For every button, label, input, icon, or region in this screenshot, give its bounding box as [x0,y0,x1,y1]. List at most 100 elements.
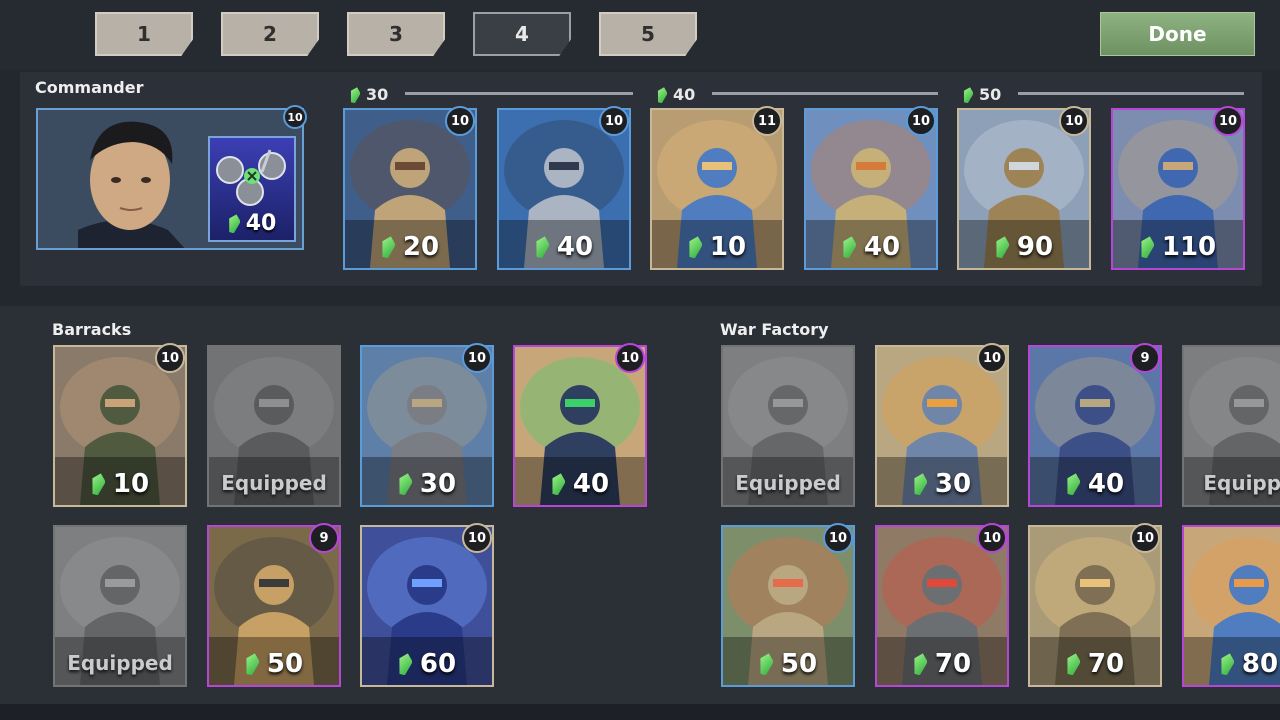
unit-cost: 50 [723,649,853,679]
unit-cost: 110 [1113,232,1243,262]
gem-icon [1220,653,1234,675]
war-factory-label: War Factory [720,320,829,339]
unit-cost: 60 [362,649,492,679]
cost-tier-2: 40 [657,85,695,104]
unit-cost: 70 [877,649,1007,679]
gem-icon [535,236,549,258]
unit-cost: 10 [652,232,782,262]
unit-level-badge: 9 [309,523,339,553]
unit-cost-value: 90 [1016,232,1054,262]
bottom-edge [0,704,1280,720]
unit-level-badge: 10 [462,343,492,373]
unit-cost-value: 40 [556,232,594,262]
unit-cost-value: 30 [419,469,457,499]
cost-tier-value: 30 [366,85,389,104]
gem-icon [398,653,412,675]
gem-icon [350,87,360,103]
drone-ability-icon [216,149,286,206]
ability-slot[interactable]: 40 [208,136,296,242]
gem-icon [91,473,105,495]
unit-cost-value: 20 [402,232,440,262]
gem-icon [657,87,667,103]
unit-level-badge: 11 [752,106,782,136]
unit-level-badge: 9 [1130,343,1160,373]
equipped-label: Equipped [221,471,327,495]
unit-cost-value: 50 [266,649,304,679]
unit-card[interactable]: 80 [1182,525,1280,687]
unit-cost: 30 [877,469,1007,499]
unit-cost: 10 [55,469,185,499]
unit-level-badge: 10 [155,343,185,373]
tab-1[interactable]: 1 [95,12,193,56]
unit-cost: 50 [209,649,339,679]
unit-cost-value: 10 [112,469,150,499]
gem-icon [1140,236,1154,258]
commander-label: Commander [35,78,144,97]
cost-tier-1: 30 [350,85,388,104]
gem-icon [1066,473,1080,495]
unit-level-badge: 10 [599,106,629,136]
unit-cost-value: 70 [934,649,972,679]
unit-level-badge: 10 [1130,523,1160,553]
gem-icon [842,236,856,258]
tab-3[interactable]: 3 [347,12,445,56]
unit-cost-value: 50 [780,649,818,679]
commander-card[interactable]: 40 [36,108,304,250]
tab-4[interactable]: 4 [473,12,571,56]
tier-divider [1018,92,1244,95]
gem-icon [551,473,565,495]
gem-icon [995,236,1009,258]
gem-icon [245,653,259,675]
unit-cost: 40 [515,469,645,499]
gem-icon [913,473,927,495]
gem-icon [759,653,773,675]
cost-tier-value: 50 [979,85,1002,104]
unit-card[interactable]: Equippe [1182,345,1280,507]
done-button[interactable]: Done [1100,12,1255,56]
unit-cost-value: 40 [1087,469,1125,499]
unit-cost: 30 [362,469,492,499]
cost-tier-value: 40 [673,85,696,104]
unit-cost-value: 10 [709,232,747,262]
unit-level-badge: 10 [445,106,475,136]
unit-cost: 40 [499,232,629,262]
unit-cost-value: 40 [572,469,610,499]
tab-5[interactable]: 5 [599,12,697,56]
unit-cost: 40 [1030,469,1160,499]
unit-cost-value: 110 [1161,232,1217,262]
gem-icon [963,87,973,103]
unit-card[interactable]: Equipped [207,345,341,507]
unit-cost: 80 [1184,649,1280,679]
unit-cost-value: 30 [934,469,972,499]
unit-level-badge: 10 [1213,106,1243,136]
unit-level-badge: 10 [977,523,1007,553]
gem-icon [688,236,702,258]
equipped-label: Equipped [735,471,841,495]
unit-level-badge: 10 [462,523,492,553]
gem-icon [913,653,927,675]
unit-cost: 70 [1030,649,1160,679]
unit-cost: 40 [806,232,936,262]
gem-icon [1066,653,1080,675]
unit-card[interactable]: Equipped [721,345,855,507]
gem-icon [228,214,240,233]
ability-cost: 40 [245,211,277,236]
unit-level-badge: 10 [823,523,853,553]
cost-tier-3: 50 [963,85,1001,104]
unit-level-badge: 10 [615,343,645,373]
equipped-label: Equippe [1203,471,1280,495]
unit-cost-value: 40 [863,232,901,262]
unit-cost: 90 [959,232,1089,262]
unit-level-badge: 10 [1059,106,1089,136]
tab-2[interactable]: 2 [221,12,319,56]
unit-card[interactable]: Equipped [53,525,187,687]
unit-cost-value: 80 [1241,649,1279,679]
unit-cost-value: 70 [1087,649,1125,679]
unit-cost-value: 60 [419,649,457,679]
gem-icon [381,236,395,258]
unit-level-badge: 10 [906,106,936,136]
unit-cost: 20 [345,232,475,262]
tier-divider [405,92,633,95]
equipped-label: Equipped [67,651,173,675]
barracks-label: Barracks [52,320,132,339]
